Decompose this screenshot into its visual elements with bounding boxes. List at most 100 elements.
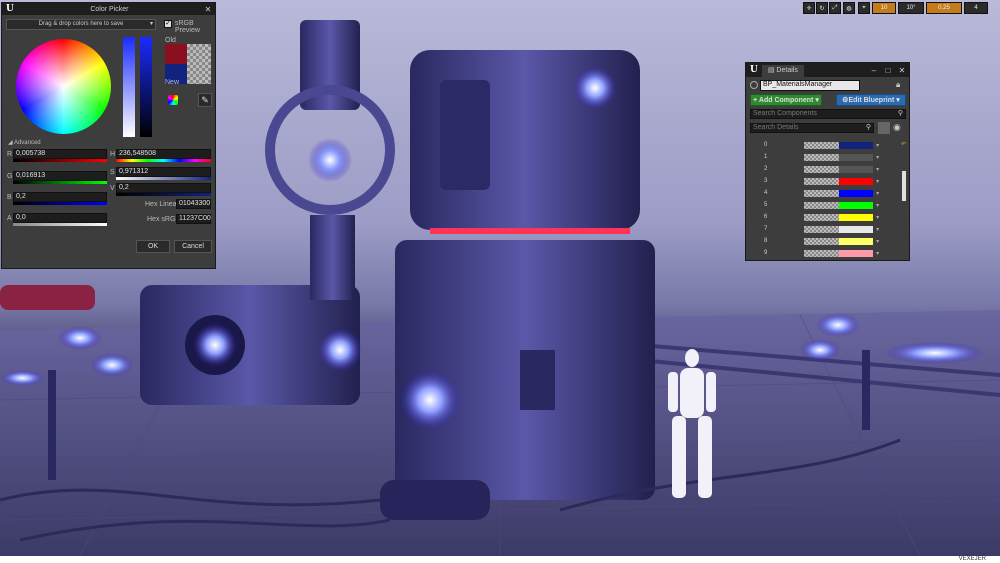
alpha-channel-input[interactable]: 0,0 (13, 213, 107, 223)
color-preview[interactable] (838, 177, 874, 185)
rotation-snap-toggle[interactable]: 10° (898, 2, 924, 14)
value-slider[interactable] (140, 37, 152, 137)
color-wheel[interactable] (16, 39, 111, 134)
color-preview[interactable] (838, 225, 874, 233)
edit-blueprint-button[interactable]: ⚙ Edit Blueprint ▾ (836, 94, 906, 106)
array-index: 4 (764, 190, 768, 196)
array-row[interactable]: 0 ▾ (754, 139, 882, 151)
color-picker-titlebar[interactable]: U Color Picker ✕ (2, 3, 215, 15)
array-row[interactable]: 9 ▾ (754, 247, 882, 259)
color-mode-icon[interactable] (168, 95, 178, 105)
color-preview-alpha (804, 249, 839, 257)
chevron-down-icon[interactable]: ▾ (873, 190, 882, 197)
green-channel-label: G (7, 173, 13, 180)
scale-mode-icon[interactable]: ⤢ (829, 2, 841, 14)
color-preview[interactable] (838, 141, 874, 149)
array-row[interactable]: 8 ▾ (754, 235, 882, 247)
translate-mode-icon[interactable]: ✛ (803, 2, 815, 14)
blue-channel-label: B (7, 194, 12, 201)
chevron-down-icon[interactable]: ▾ (873, 154, 882, 161)
surface-snap-icon[interactable]: ⌖ (858, 2, 870, 14)
saturation-input[interactable]: 0,971312 (116, 167, 211, 177)
hex-srgb-input[interactable]: 11237C00 (176, 214, 211, 224)
eye-icon[interactable]: ◉ (893, 122, 905, 134)
blue-channel-input[interactable]: 0,2 (13, 192, 107, 202)
alpha-channel-label: A (7, 215, 12, 222)
array-index: 7 (764, 226, 768, 232)
details-scrollbar[interactable] (902, 171, 906, 201)
hex-linear-input[interactable]: 01043300 (176, 199, 211, 209)
srgb-preview-checkbox[interactable]: ✓ (164, 20, 172, 28)
green-channel-input[interactable]: 0,016913 (13, 171, 107, 181)
color-preview-alpha (804, 237, 839, 245)
chevron-down-icon[interactable]: ▾ (873, 202, 882, 209)
close-icon[interactable]: ✕ (895, 65, 909, 75)
camera-speed-button[interactable]: 4 (964, 2, 988, 14)
color-preview[interactable] (838, 213, 874, 221)
value-label: V (110, 185, 115, 192)
array-index: 3 (764, 178, 768, 184)
details-titlebar[interactable]: U ▤ Details – □ ✕ (746, 63, 909, 77)
chevron-down-icon[interactable]: ▾ (873, 166, 882, 173)
lock-icon[interactable]: 🔒︎ (896, 80, 906, 90)
search-components-input[interactable]: Search Components ⚲ (750, 109, 906, 119)
chevron-down-icon[interactable]: ▾ (873, 214, 882, 221)
color-preview[interactable] (838, 153, 874, 161)
array-row[interactable]: 2 ▾ (754, 163, 882, 175)
actor-name-input[interactable]: BP_MaterialsManager (760, 80, 860, 91)
unreal-logo-icon: U (6, 4, 14, 14)
unreal-logo-icon: U (750, 65, 758, 75)
chevron-down-icon[interactable]: ▾ (873, 178, 882, 185)
advanced-section-toggle[interactable]: ◢ Advanced (8, 139, 41, 146)
chevron-down-icon[interactable]: ▾ (873, 142, 882, 149)
scale-snap-toggle[interactable]: 0,25 (926, 2, 962, 14)
cancel-button[interactable]: Cancel (174, 240, 212, 253)
search-icon: ⚲ (865, 124, 871, 131)
old-color-swatch[interactable] (165, 44, 187, 64)
property-matrix-icon[interactable] (878, 122, 890, 134)
array-index: 5 (764, 202, 768, 208)
details-tab[interactable]: ▤ Details (761, 65, 804, 77)
chevron-down-icon[interactable]: ▾ (873, 250, 882, 257)
hue-label: H (110, 151, 116, 158)
color-preview[interactable] (838, 237, 874, 245)
ok-button[interactable]: OK (136, 240, 170, 253)
add-component-button[interactable]: + Add Component ▾ (750, 94, 822, 106)
rotate-mode-icon[interactable]: ↻ (816, 2, 828, 14)
details-panel: U ▤ Details – □ ✕ BP_MaterialsManager 🔒︎… (745, 62, 910, 261)
new-color-label: New (165, 79, 180, 86)
world-local-icon[interactable]: ◍ (843, 2, 855, 14)
color-preview-alpha (804, 177, 839, 185)
chevron-down-icon[interactable]: ▾ (873, 238, 882, 245)
color-preview[interactable] (838, 189, 874, 197)
color-preview[interactable] (838, 165, 874, 173)
red-channel-input[interactable]: 0,005738 (13, 149, 107, 159)
value-input[interactable]: 0,2 (116, 183, 211, 193)
eyedropper-icon[interactable]: ✎ (198, 93, 212, 107)
search-details-input[interactable]: Search Details ⚲ (750, 123, 874, 133)
saturation-slider[interactable] (123, 37, 135, 137)
minimize-icon[interactable]: – (867, 65, 881, 75)
value-gradient-bar (116, 193, 211, 196)
array-row[interactable]: 3 ▾ (754, 175, 882, 187)
saved-colors-dropdown[interactable]: Drag & drop colors here to save ▾ (6, 19, 156, 30)
saturation-gradient-bar (116, 177, 211, 180)
grid-snap-toggle[interactable]: 10 (872, 2, 896, 14)
array-row[interactable]: 4 ▾ (754, 187, 882, 199)
hue-input[interactable]: 236,548508 (116, 149, 211, 159)
array-row[interactable]: 6 ▾ (754, 211, 882, 223)
array-row[interactable]: 7 ▾ (754, 223, 882, 235)
array-row[interactable]: 5 ▾ (754, 199, 882, 211)
close-icon[interactable]: ✕ (201, 4, 215, 14)
actor-icon (750, 81, 758, 89)
color-preview[interactable] (838, 201, 874, 209)
color-preview[interactable] (838, 249, 874, 257)
maximize-icon[interactable]: □ (881, 65, 895, 75)
search-icon: ⚲ (897, 110, 903, 117)
array-row[interactable]: 1 ▾ (754, 151, 882, 163)
reset-icon[interactable]: ↶ (901, 141, 906, 155)
chevron-down-icon[interactable]: ▾ (873, 226, 882, 233)
green-gradient-bar (13, 181, 107, 184)
hue-gradient-bar (116, 159, 211, 162)
color-preview-alpha (804, 153, 839, 161)
